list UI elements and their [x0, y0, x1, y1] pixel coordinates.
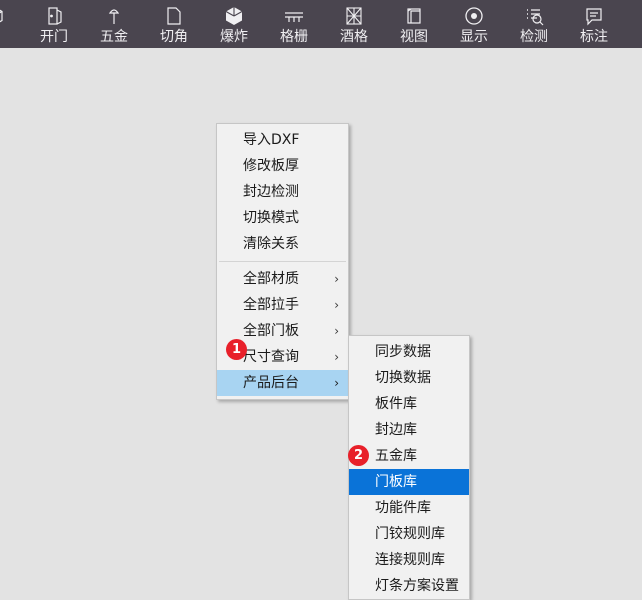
submenu-item-door-panel-library[interactable]: 门板库	[349, 469, 469, 495]
toolbar-item-label: 显示	[460, 29, 488, 45]
submenu-item-function-parts-library[interactable]: 功能件库	[349, 495, 469, 521]
menu-item-all-handles[interactable]: 全部拉手 ›	[217, 292, 348, 318]
submenu-item-label: 封边库	[375, 422, 417, 438]
toolbar-item-label: 格栅	[280, 29, 308, 45]
chevron-right-icon: ›	[334, 324, 339, 338]
hardware-screw-icon	[97, 3, 131, 29]
submenu-item-switch-data[interactable]: 切换数据	[349, 365, 469, 391]
chevron-right-icon: ›	[334, 298, 339, 312]
view-box-icon	[397, 3, 431, 29]
menu-item-import-dxf[interactable]: 导入DXF	[217, 127, 348, 153]
toolbar-item-space[interactable]: 间	[0, 0, 24, 48]
toolbar-item-label: 开门	[40, 29, 68, 45]
menu-item-product-backend[interactable]: 产品后台 ›	[217, 370, 348, 396]
cube-space-icon	[0, 3, 11, 29]
toolbar-item-label: 五金	[100, 29, 128, 45]
submenu-item-label: 同步数据	[375, 344, 431, 360]
toolbar-item-open-door[interactable]: 开门	[24, 0, 84, 48]
menu-item-label: 全部拉手	[243, 297, 299, 313]
submenu-item-label: 灯条方案设置	[375, 578, 459, 594]
submenu-item-label: 板件库	[375, 396, 417, 412]
submenu-item-hinge-rule-library[interactable]: 门铰规则库	[349, 521, 469, 547]
explode-icon	[217, 3, 251, 29]
submenu-item-label: 功能件库	[375, 500, 431, 516]
toolbar-item-label: 检测	[520, 29, 548, 45]
toolbar-item-corner-cut[interactable]: 切角	[144, 0, 204, 48]
submenu-item-label: 连接规则库	[375, 552, 445, 568]
corner-cut-icon	[157, 3, 191, 29]
grille-icon	[277, 3, 311, 29]
menu-item-label: 尺寸查询	[243, 349, 299, 365]
menu-item-modify-thickness[interactable]: 修改板厚	[217, 153, 348, 179]
chevron-right-icon: ›	[334, 272, 339, 286]
open-door-icon	[37, 3, 71, 29]
chevron-right-icon: ›	[334, 376, 339, 390]
annotate-icon	[577, 3, 611, 29]
submenu-item-sync-data[interactable]: 同步数据	[349, 339, 469, 365]
submenu-item-edge-library[interactable]: 封边库	[349, 417, 469, 443]
submenu-item-connection-rule-library[interactable]: 连接规则库	[349, 547, 469, 573]
toolbar-item-grille[interactable]: 格栅	[264, 0, 324, 48]
submenu-item-light-strip-settings[interactable]: 灯条方案设置	[349, 573, 469, 599]
toolbar-item-label: 视图	[400, 29, 428, 45]
toolbar-item-hardware[interactable]: 五金	[84, 0, 144, 48]
menu-item-label: 清除关系	[243, 236, 299, 252]
menu-item-edge-detect[interactable]: 封边检测	[217, 179, 348, 205]
toolbar-item-label: 标注	[580, 29, 608, 45]
menu-item-label: 修改板厚	[243, 158, 299, 174]
menu-item-label: 全部门板	[243, 323, 299, 339]
main-toolbar: 间 开门 五金	[0, 0, 642, 48]
toolbar-item-label: 切角	[160, 29, 188, 45]
menu-item-clear-relations[interactable]: 清除关系	[217, 231, 348, 257]
toolbar-item-wine-rack[interactable]: 酒格	[324, 0, 384, 48]
inspect-icon	[517, 3, 551, 29]
menu-item-label: 封边检测	[243, 184, 299, 200]
toolbar-item-annotate[interactable]: 标注	[564, 0, 624, 48]
submenu-item-panel-library[interactable]: 板件库	[349, 391, 469, 417]
menu-item-switch-mode[interactable]: 切换模式	[217, 205, 348, 231]
toolbar-item-view[interactable]: 视图	[384, 0, 444, 48]
menu-item-all-materials[interactable]: 全部材质 ›	[217, 266, 348, 292]
toolbar-item-label: 酒格	[340, 29, 368, 45]
menu-separator	[219, 261, 346, 262]
step-badge-1: 1	[226, 339, 247, 360]
toolbar-item-label: 爆炸	[220, 29, 248, 45]
product-backend-submenu: 同步数据 切换数据 板件库 封边库 五金库 门板库 功能件库 门铰规则库 连接规…	[348, 335, 470, 600]
step-badge-2: 2	[348, 445, 369, 466]
application-window: 间 开门 五金	[0, 0, 642, 600]
wine-rack-icon	[337, 3, 371, 29]
toolbar-item-settings[interactable]: 设	[624, 0, 642, 48]
toolbar-item-inspect[interactable]: 检测	[504, 0, 564, 48]
submenu-item-label: 切换数据	[375, 370, 431, 386]
menu-item-label: 全部材质	[243, 271, 299, 287]
menu-item-label: 切换模式	[243, 210, 299, 226]
toolbar-item-display[interactable]: 显示	[444, 0, 504, 48]
toolbar-item-label: 间	[0, 29, 1, 46]
submenu-item-label: 门板库	[375, 474, 417, 490]
chevron-right-icon: ›	[334, 350, 339, 364]
settings-icon	[637, 3, 642, 29]
menu-item-label: 产品后台	[243, 375, 299, 391]
submenu-item-label: 门铰规则库	[375, 526, 445, 542]
toolbar-item-explode[interactable]: 爆炸	[204, 0, 264, 48]
submenu-item-label: 五金库	[375, 448, 417, 464]
menu-item-label: 导入DXF	[243, 132, 300, 148]
display-eye-icon	[457, 3, 491, 29]
